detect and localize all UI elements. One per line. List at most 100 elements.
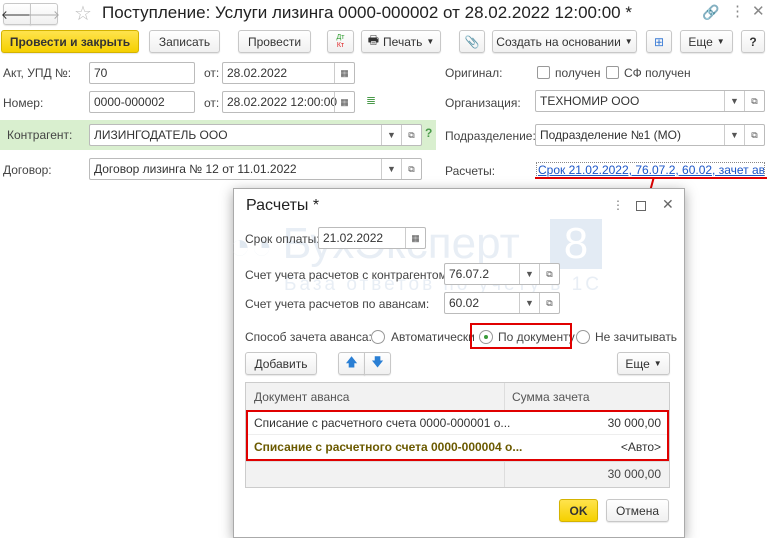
open-icon[interactable]: ⧉ xyxy=(401,159,421,179)
table-footer xyxy=(246,461,669,487)
dropdown-arrow-icon[interactable]: ▼ xyxy=(381,125,401,145)
forward-button[interactable]: 🡒 xyxy=(28,3,60,25)
more-button[interactable]: Еще ▼ xyxy=(680,30,733,53)
department-value: Подразделение №1 (МО) xyxy=(540,128,681,142)
radio-auto-label: Автоматически xyxy=(391,330,475,344)
dropdown-arrow-icon: ▼ xyxy=(426,37,435,46)
organization-input[interactable]: ТЕХНОМИР ООО ▼ ⧉ xyxy=(535,90,765,112)
move-down-button[interactable]: 🡇 xyxy=(364,352,391,375)
history-icon[interactable]: ≣ xyxy=(366,93,376,107)
received-checkbox[interactable] xyxy=(537,66,550,79)
contract-input[interactable]: Договор лизинга № 12 от 11.01.2022 ▼ ⧉ xyxy=(89,158,422,180)
kt-label: Кт xyxy=(336,41,345,49)
post-and-close-button[interactable]: Провести и закрыть xyxy=(1,30,139,53)
received-label: получен xyxy=(555,66,601,80)
dropdown-arrow-icon[interactable]: ▼ xyxy=(519,293,539,313)
ok-button[interactable]: OK xyxy=(559,499,598,522)
cancel-button[interactable]: Отмена xyxy=(606,499,669,522)
more-vert-icon[interactable]: ⋮ xyxy=(612,198,624,212)
structure-button[interactable]: ⊞ xyxy=(646,30,672,53)
dropdown-arrow-icon[interactable]: ▼ xyxy=(519,264,539,284)
dropdown-arrow-icon: ▼ xyxy=(716,37,725,46)
red-highlight-rows xyxy=(246,410,669,461)
arrow-up-icon: 🡅 xyxy=(345,355,358,369)
back-button[interactable]: 🡐 xyxy=(1,3,33,25)
sf-received-label: СФ получен xyxy=(624,66,691,80)
contract-label: Договор: xyxy=(3,163,52,177)
red-highlight-radio xyxy=(470,323,572,349)
radio-no-offset[interactable] xyxy=(576,330,590,344)
close-icon[interactable]: ✕ xyxy=(752,2,765,20)
counterparty-value: ЛИЗИНГОДАТЕЛЬ ООО xyxy=(94,128,228,142)
organization-label: Организация: xyxy=(445,96,521,110)
act-date-input[interactable]: 28.02.2022 ▦ xyxy=(222,62,355,84)
col-divider xyxy=(504,383,505,411)
original-label: Оригинал: xyxy=(445,66,503,80)
due-date-value: 21.02.2022 xyxy=(323,231,384,245)
calendar-icon[interactable]: ▦ xyxy=(334,92,354,112)
help-icon[interactable]: ? xyxy=(425,126,432,140)
dialog-more-button[interactable]: Еще ▼ xyxy=(617,352,670,375)
acc-cp-input[interactable]: 76.07.2 ▼ ⧉ xyxy=(444,263,560,285)
open-icon[interactable]: ⧉ xyxy=(401,125,421,145)
acc-adv-input[interactable]: 60.02 ▼ ⧉ xyxy=(444,292,560,314)
dt-label: Дт xyxy=(336,33,345,41)
calendar-icon[interactable]: ▦ xyxy=(405,228,425,248)
settlements-dialog: ◔◔ БухЭксперт8 База ответов по учёту в 1… xyxy=(229,188,685,538)
more-vert-icon[interactable]: ⋮ xyxy=(730,2,745,20)
link-icon[interactable]: 🔗 xyxy=(702,4,719,21)
col-header-sum[interactable]: Сумма зачета xyxy=(512,390,590,404)
number-label: Номер: xyxy=(3,96,44,110)
red-underline xyxy=(535,177,767,179)
number-input[interactable]: 0000-000002 xyxy=(89,91,195,113)
acc-cp-value: 76.07.2 xyxy=(449,267,490,281)
wm-digit: 8 xyxy=(549,219,603,269)
due-date-input[interactable]: 21.02.2022 ▦ xyxy=(318,227,426,249)
paperclip-icon: 📎 xyxy=(464,34,480,49)
number-value: 0000-000002 xyxy=(94,95,165,109)
acc-adv-value: 60.02 xyxy=(449,296,480,310)
post-button[interactable]: Провести xyxy=(238,30,311,53)
calendar-icon[interactable]: ▦ xyxy=(334,63,354,83)
open-icon[interactable]: ⧉ xyxy=(539,264,559,284)
open-icon[interactable]: ⧉ xyxy=(539,293,559,313)
open-icon[interactable]: ⧉ xyxy=(744,91,764,111)
sf-received-checkbox[interactable] xyxy=(606,66,619,79)
act-number-value: 70 xyxy=(94,66,108,80)
attach-button[interactable]: 📎 xyxy=(459,30,485,53)
settlements-label: Расчеты: xyxy=(445,164,496,178)
dropdown-arrow-icon[interactable]: ▼ xyxy=(724,125,744,145)
favorite-star-icon[interactable]: ☆ xyxy=(74,1,92,26)
radio-no-offset-label: Не зачитывать xyxy=(595,330,678,344)
offset-label: Способ зачета аванса: xyxy=(245,330,372,344)
radio-auto[interactable] xyxy=(371,330,385,344)
department-input[interactable]: Подразделение №1 (МО) ▼ ⧉ xyxy=(535,124,765,146)
dropdown-arrow-icon[interactable]: ▼ xyxy=(381,159,401,179)
dropdown-arrow-icon: ▼ xyxy=(653,359,662,368)
acc-cp-label: Счет учета расчетов с контрагентом: xyxy=(245,268,451,282)
due-label: Срок оплаты: xyxy=(245,232,320,246)
dt-kt-button[interactable]: Дт Кт xyxy=(327,30,354,53)
number-date-input[interactable]: 28.02.2022 12:00:00 ▦ xyxy=(222,91,355,113)
col-header-document[interactable]: Документ аванса xyxy=(254,390,349,404)
act-number-input[interactable]: 70 xyxy=(89,62,195,84)
close-icon[interactable]: ✕ xyxy=(662,196,674,213)
number-date-value: 28.02.2022 12:00:00 xyxy=(227,95,338,109)
settlements-link[interactable]: Срок 21.02.2022, 76.07.2, 60.02, зачет а… xyxy=(536,162,765,178)
maximize-icon[interactable] xyxy=(636,201,646,211)
col-divider xyxy=(504,461,505,487)
more-label: Еще xyxy=(625,356,650,371)
dialog-title: Расчеты * xyxy=(246,197,320,214)
create-based-button[interactable]: Создать на основании ▼ xyxy=(492,30,637,53)
department-label: Подразделение: xyxy=(445,129,536,143)
act-label: Акт, УПД №: xyxy=(3,66,72,80)
move-up-button[interactable]: 🡅 xyxy=(338,352,365,375)
act-date-value: 28.02.2022 xyxy=(227,66,288,80)
open-icon[interactable]: ⧉ xyxy=(744,125,764,145)
help-button[interactable]: ? xyxy=(741,30,765,53)
save-button[interactable]: Записать xyxy=(149,30,220,53)
add-button[interactable]: Добавить xyxy=(245,352,317,375)
dropdown-arrow-icon[interactable]: ▼ xyxy=(724,91,744,111)
counterparty-input[interactable]: ЛИЗИНГОДАТЕЛЬ ООО ▼ ⧉ xyxy=(89,124,422,146)
print-button[interactable]: 🖶 Печать ▼ xyxy=(361,30,441,53)
